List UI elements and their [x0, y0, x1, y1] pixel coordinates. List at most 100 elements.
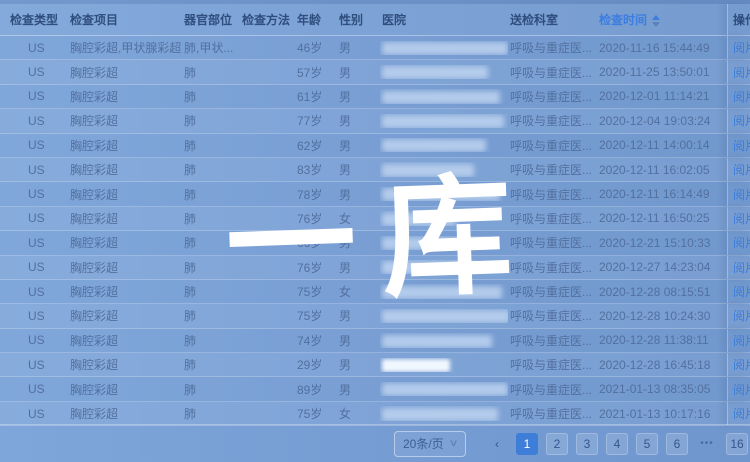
cell-exam-time: 2020-12-21 15:10:33 [597, 236, 727, 250]
page-button-3[interactable]: 3 [576, 433, 598, 455]
page-button-2[interactable]: 2 [546, 433, 568, 455]
cell-exam-type: US [0, 285, 68, 299]
cell-exam-time: 2020-12-01 11:14:21 [597, 89, 727, 103]
cell-gender: 女 [337, 283, 380, 300]
hospital-redacted-value [382, 91, 500, 104]
page-ellipsis[interactable]: ••• [696, 433, 718, 455]
cell-exam-item: 胸腔彩超 [68, 210, 182, 227]
view-film-link[interactable]: 阅片 [733, 161, 750, 178]
sort-caret-down-icon[interactable] [652, 22, 660, 27]
cell-exam-time: 2020-11-25 13:50:01 [597, 65, 727, 79]
page-button-6[interactable]: 6 [666, 433, 688, 455]
cell-exam-item: 胸腔彩超 [68, 88, 182, 105]
col-header-actions: 操作 [727, 4, 750, 35]
view-film-link[interactable]: 阅片 [733, 137, 750, 154]
view-film-link[interactable]: 阅片 [733, 381, 750, 398]
page-size-value: 20条/页 [403, 435, 444, 452]
hospital-redacted-value [382, 286, 502, 299]
cell-age: 66岁 [295, 234, 337, 251]
table-row: US 胸腔彩超 肺 57岁 男 呼吸与重症医... 2020-11-25 13:… [0, 60, 750, 84]
cell-exam-time: 2020-12-28 10:24:30 [597, 309, 727, 323]
cell-exam-item: 胸腔彩超 [68, 307, 182, 324]
cell-actions: 阅片 [727, 402, 750, 425]
chevron-down-icon: ∨ [448, 438, 458, 449]
cell-exam-type: US [0, 41, 68, 55]
view-film-link[interactable]: 阅片 [733, 307, 750, 324]
cell-exam-time: 2020-12-04 19:03:24 [597, 114, 727, 128]
cell-actions: 阅片 [727, 207, 750, 230]
cell-age: 78岁 [295, 186, 337, 203]
cell-organ-part: 肺 [182, 332, 240, 349]
cell-hospital [380, 406, 508, 420]
cell-actions: 阅片 [727, 85, 750, 108]
cell-hospital [380, 114, 508, 128]
cell-organ-part: 肺 [182, 112, 240, 129]
cell-exam-item: 胸腔彩超 [68, 283, 182, 300]
table-row: US 胸腔彩超 肺 83岁 男 呼吸与重症医... 2020-12-11 16:… [0, 158, 750, 182]
cell-exam-type: US [0, 309, 68, 323]
cell-department: 呼吸与重症医... [508, 381, 597, 398]
cell-actions: 阅片 [727, 280, 750, 303]
sort-caret-up-icon[interactable] [652, 15, 660, 20]
prev-page-button[interactable]: ‹ [486, 433, 508, 455]
page-size-select[interactable]: 20条/页 ∨ [394, 431, 466, 457]
view-film-link[interactable]: 阅片 [733, 259, 750, 276]
cell-organ-part: 肺 [182, 405, 240, 422]
col-header-exam-time-sortable[interactable]: 检查时间 [597, 11, 727, 28]
cell-department: 呼吸与重症医... [508, 88, 597, 105]
cell-exam-item: 胸腔彩超 [68, 161, 182, 178]
page-button-5[interactable]: 5 [636, 433, 658, 455]
view-film-link[interactable]: 阅片 [733, 186, 750, 203]
table-row: US 胸腔彩超 肺 78岁 男 呼吸与重症医... 2020-12-11 16:… [0, 182, 750, 206]
table-row: US 胸腔彩超,甲状腺彩超 肺,甲状... 46岁 男 呼吸与重症医... 20… [0, 36, 750, 60]
cell-age: 76岁 [295, 210, 337, 227]
view-film-link[interactable]: 阅片 [733, 88, 750, 105]
table-header-row: 检查类型 检查项目 器官部位 检查方法 年龄 性别 医院 送检科室 检查时间 操… [0, 4, 750, 36]
cell-department: 呼吸与重症医... [508, 112, 597, 129]
cell-actions: 阅片 [727, 329, 750, 352]
view-film-link[interactable]: 阅片 [733, 405, 750, 422]
cell-exam-item: 胸腔彩超 [68, 405, 182, 422]
table-row: US 胸腔彩超 肺 74岁 男 呼吸与重症医... 2020-12-28 11:… [0, 329, 750, 353]
table-row: US 胸腔彩超 肺 76岁 男 呼吸与重症医... 2020-12-27 14:… [0, 256, 750, 280]
cell-exam-time: 2020-12-11 14:00:14 [597, 138, 727, 152]
page-button-16[interactable]: 16 [726, 433, 748, 455]
cell-exam-time: 2020-12-28 08:15:51 [597, 285, 727, 299]
cell-gender: 男 [337, 307, 380, 324]
cell-age: 29岁 [295, 356, 337, 373]
cell-gender: 男 [337, 234, 380, 251]
cell-exam-item: 胸腔彩超 [68, 332, 182, 349]
cell-age: 74岁 [295, 332, 337, 349]
cell-actions: 阅片 [727, 304, 750, 327]
cell-hospital [380, 358, 508, 372]
cell-exam-type: US [0, 407, 68, 421]
cell-age: 75岁 [295, 283, 337, 300]
cell-organ-part: 肺 [182, 234, 240, 251]
hospital-redacted-value [382, 115, 504, 128]
view-film-link[interactable]: 阅片 [733, 283, 750, 300]
page-button-1[interactable]: 1 [516, 433, 538, 455]
view-film-link[interactable]: 阅片 [733, 356, 750, 373]
sort-control [652, 15, 660, 27]
cell-department: 呼吸与重症医... [508, 39, 597, 56]
view-film-link[interactable]: 阅片 [733, 39, 750, 56]
cell-gender: 男 [337, 112, 380, 129]
cell-hospital [380, 65, 508, 79]
view-film-link[interactable]: 阅片 [733, 332, 750, 349]
cell-exam-item: 胸腔彩超 [68, 259, 182, 276]
cell-exam-type: US [0, 114, 68, 128]
cell-organ-part: 肺 [182, 356, 240, 373]
view-film-link[interactable]: 阅片 [733, 112, 750, 129]
view-film-link[interactable]: 阅片 [733, 234, 750, 251]
cell-age: 77岁 [295, 112, 337, 129]
page-button-4[interactable]: 4 [606, 433, 628, 455]
cell-organ-part: 肺 [182, 259, 240, 276]
cell-exam-type: US [0, 382, 68, 396]
table-row: US 胸腔彩超 肺 75岁 男 呼吸与重症医... 2020-12-28 10:… [0, 304, 750, 328]
cell-department: 呼吸与重症医... [508, 210, 597, 227]
cell-actions: 阅片 [727, 134, 750, 157]
view-film-link[interactable]: 阅片 [733, 210, 750, 227]
cell-age: 57岁 [295, 64, 337, 81]
view-film-link[interactable]: 阅片 [733, 64, 750, 81]
cell-age: 89岁 [295, 381, 337, 398]
